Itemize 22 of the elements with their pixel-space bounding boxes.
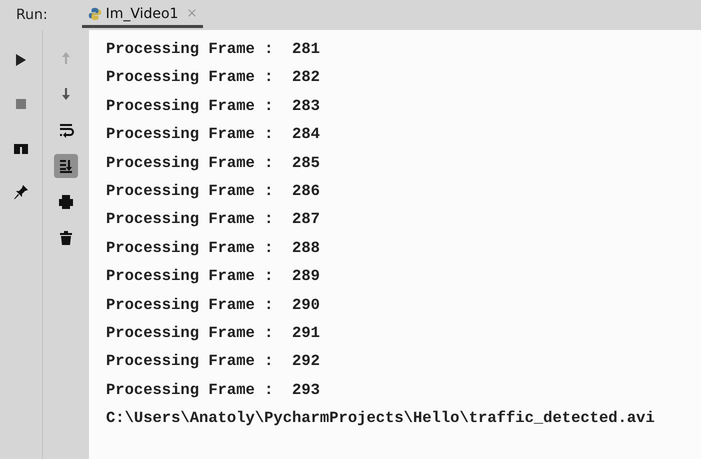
scroll-to-end-icon — [58, 158, 74, 174]
console-line: Processing Frame : 283 — [106, 96, 321, 117]
soft-wrap-icon — [58, 122, 74, 138]
stop-icon — [13, 96, 29, 112]
console-line: Processing Frame : 285 — [106, 152, 321, 174]
console-line: Processing Frame : 286 — [106, 181, 321, 202]
console-line: Processing Frame : 292 — [106, 351, 321, 372]
console-line: Processing Frame : 287 — [106, 209, 321, 230]
console-line: Processing Frame : 289 — [106, 266, 321, 288]
run-label: Run: — [16, 7, 48, 23]
console-line: Processing Frame : 282 — [106, 67, 321, 88]
python-icon — [88, 6, 102, 20]
console-line: Processing Frame : 293 — [106, 380, 321, 401]
console-line: Processing Frame : 291 — [106, 323, 321, 344]
console-line: Processing Frame : 288 — [106, 238, 321, 259]
console-line: Processing Frame : 290 — [106, 294, 321, 316]
console-line: Processing Frame : 281 — [106, 39, 321, 60]
scroll-to-end-button[interactable] — [54, 154, 78, 178]
pin-icon — [13, 184, 29, 200]
console-line: Processing Frame : 284 — [106, 124, 321, 146]
trash-icon — [58, 230, 74, 246]
console-line: C:\Users\Anatoly\PycharmProjects\Hello\traffic_detected.avi — [106, 408, 656, 430]
